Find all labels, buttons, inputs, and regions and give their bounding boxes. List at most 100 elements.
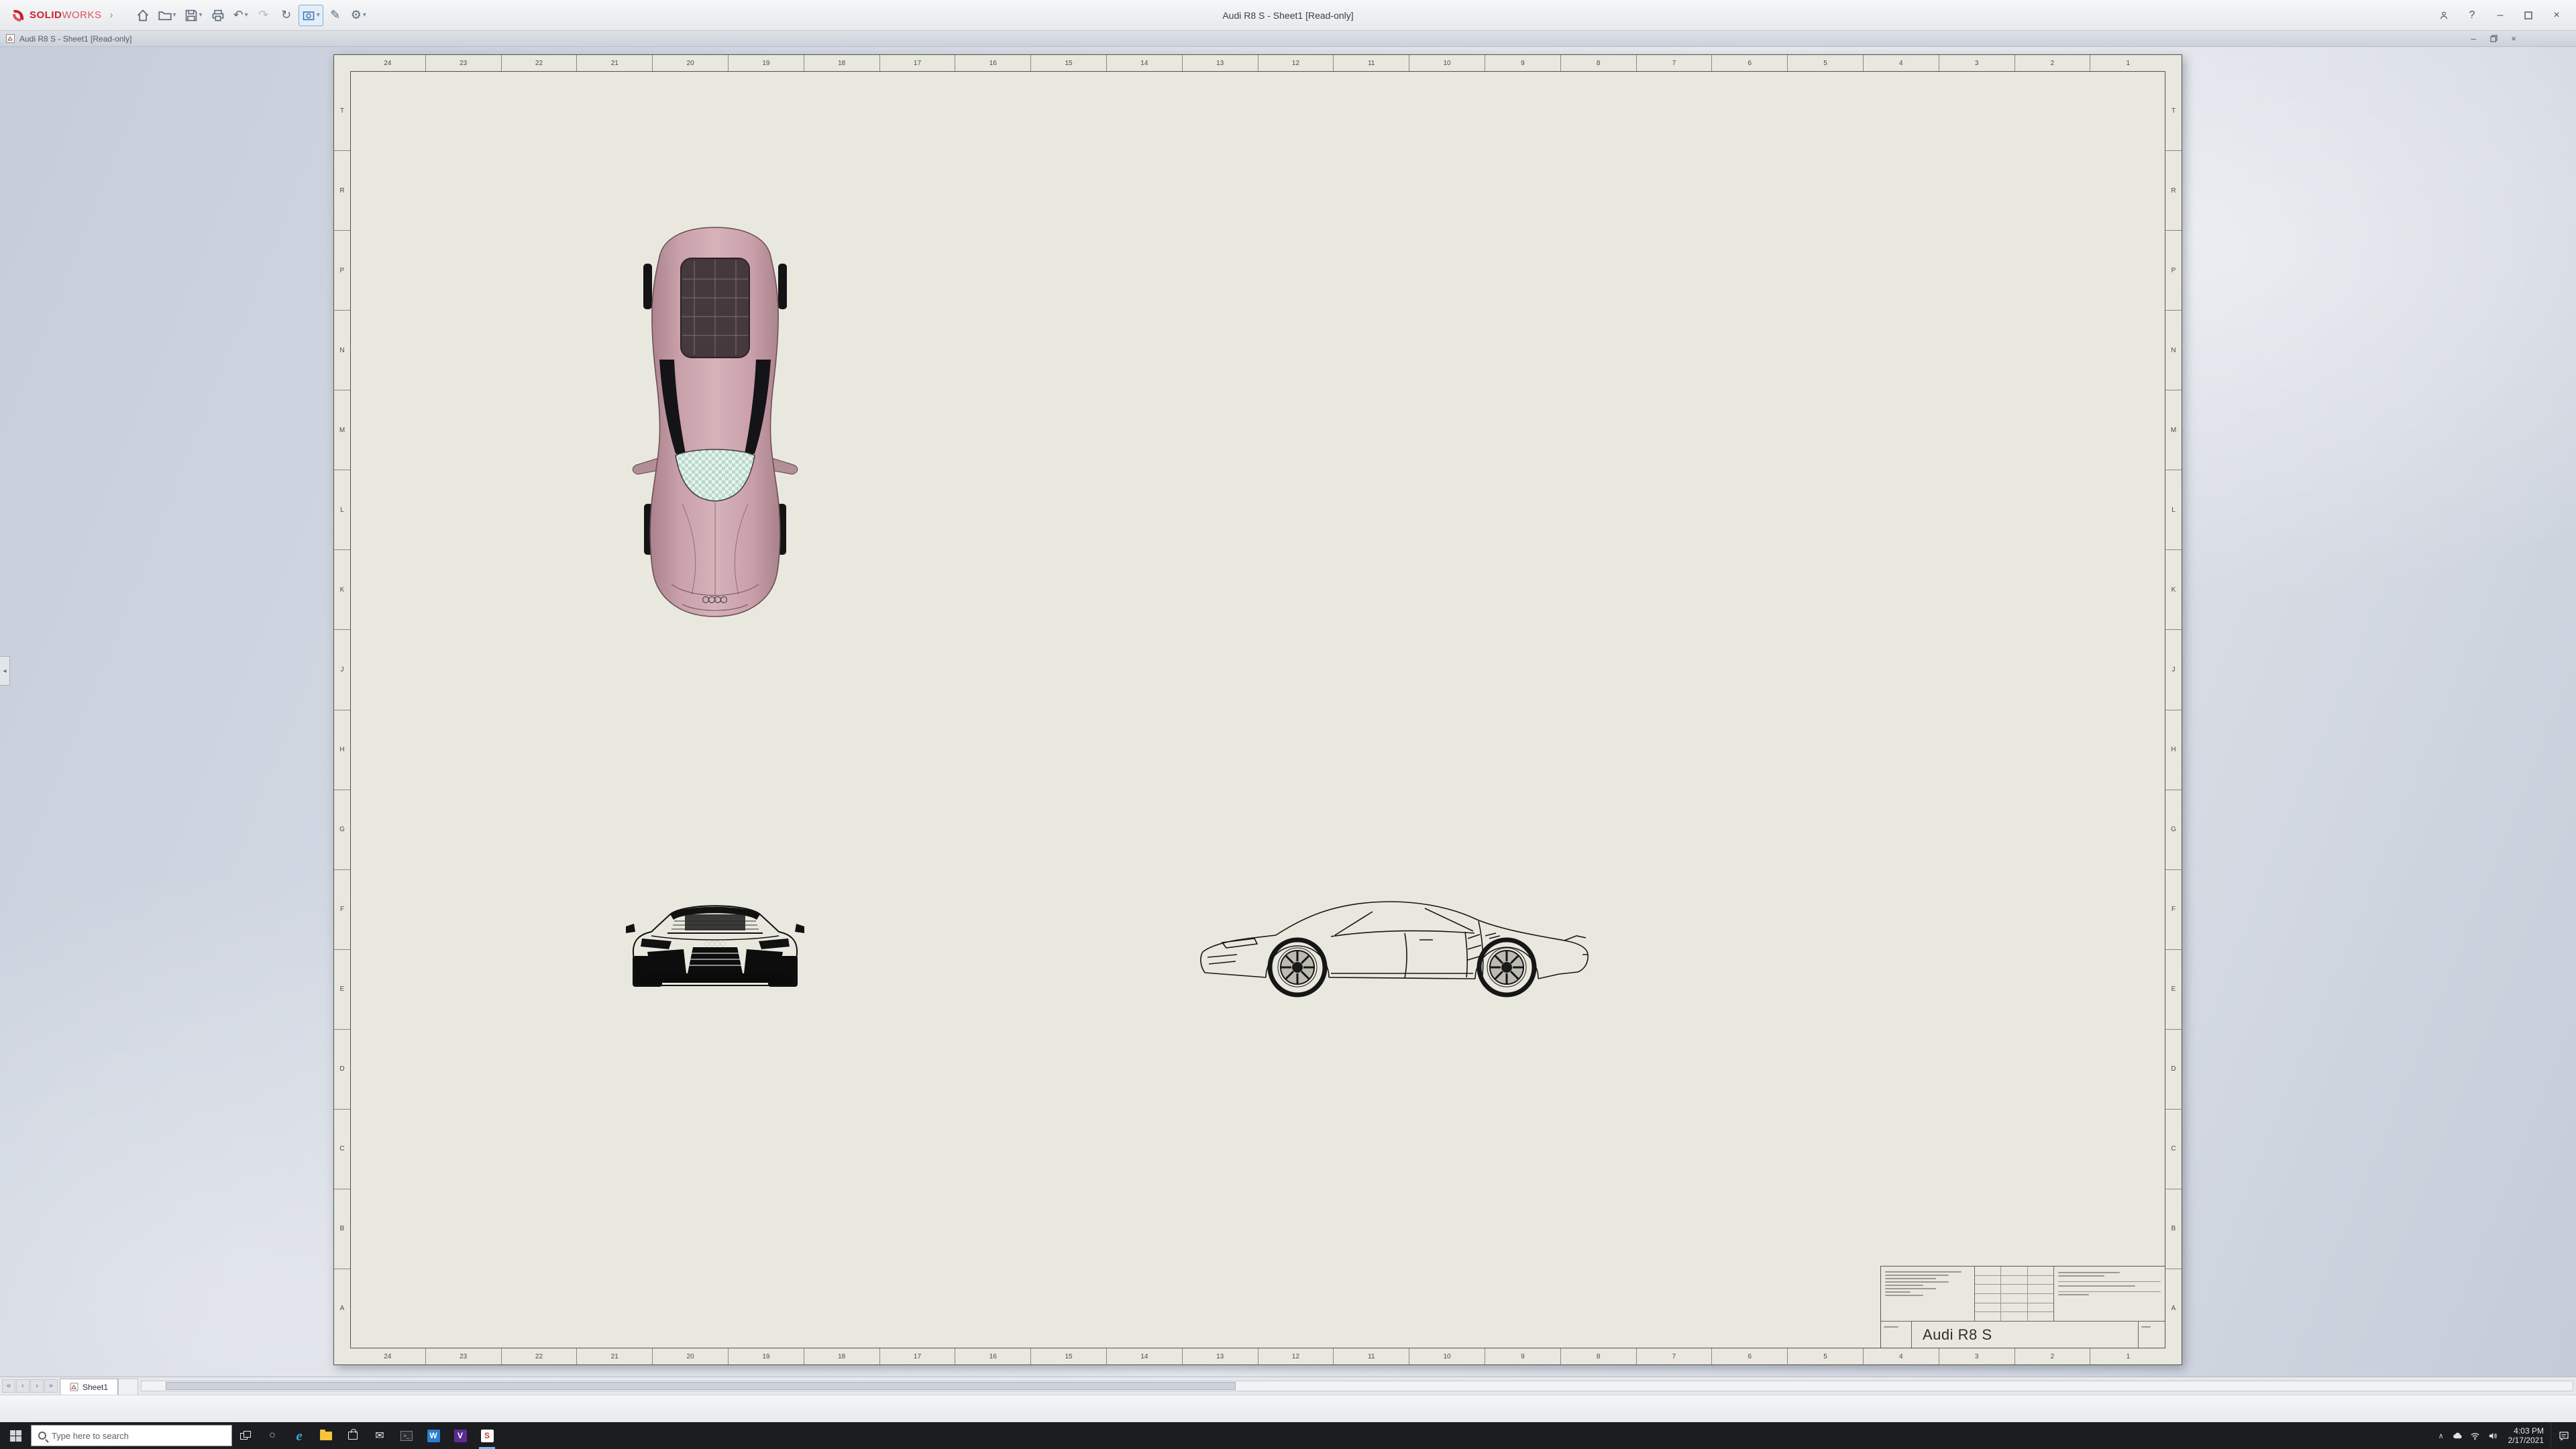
doc-minimize-icon[interactable]: –: [2463, 32, 2483, 46]
hidden-icons-chevron[interactable]: ∧: [2433, 1432, 2449, 1440]
account-icon[interactable]: [2430, 1, 2458, 30]
zone-label: 12: [1258, 55, 1334, 71]
zone-ruler-top: 242322212019181716151413121110987654321: [350, 55, 2165, 71]
drawing-view-front[interactable]: [625, 871, 806, 995]
menu-expand-icon[interactable]: ›: [106, 9, 117, 21]
edit-button[interactable]: ✎: [325, 5, 346, 26]
zone-label: 8: [1560, 1348, 1636, 1364]
open-folder-icon: [158, 9, 172, 22]
onedrive-icon[interactable]: [2449, 1422, 2467, 1449]
zone-label: B: [2165, 1189, 2182, 1269]
home-button[interactable]: [132, 5, 154, 26]
feature-pane-toggle[interactable]: ◂: [0, 656, 10, 686]
minimize-icon[interactable]: –: [2486, 1, 2514, 30]
terminal-button[interactable]: >_: [393, 1422, 420, 1449]
zone-ruler-left: TRPNMLKJHGFEDCBA: [334, 71, 350, 1348]
zone-label: 2: [2015, 55, 2090, 71]
mail-button[interactable]: ✉: [366, 1422, 393, 1449]
tab-sheet1[interactable]: Sheet1: [60, 1379, 118, 1395]
zone-label: L: [334, 470, 350, 549]
store-icon: [348, 1432, 358, 1440]
doc-restore-icon[interactable]: [2483, 32, 2504, 46]
drawing-sheet[interactable]: 242322212019181716151413121110987654321 …: [333, 54, 2182, 1365]
action-center-button[interactable]: [2551, 1422, 2576, 1449]
screen: SOLIDWORKS › ▾ ▾ ↶ ▾ ↷: [0, 0, 2576, 1449]
open-button[interactable]: ▾: [155, 5, 180, 26]
first-sheet-button[interactable]: «: [2, 1379, 15, 1393]
zone-ruler-right: TRPNMLKJHGFEDCBA: [2165, 71, 2182, 1348]
file-explorer-button[interactable]: [313, 1422, 339, 1449]
zone-label: D: [334, 1029, 350, 1109]
options-button[interactable]: ⚙ ▾: [347, 5, 370, 26]
network-icon[interactable]: [2467, 1422, 2484, 1449]
edge-button[interactable]: e: [286, 1422, 313, 1449]
drawing-view-side[interactable]: [1197, 871, 1598, 1000]
zone-label: B: [334, 1189, 350, 1269]
zone-label: 5: [1787, 1348, 1863, 1364]
rebuild-button[interactable]: ↻: [276, 5, 297, 26]
zone-label: L: [2165, 470, 2182, 549]
taskbar-search[interactable]: [31, 1425, 232, 1446]
print-icon: [211, 9, 225, 22]
store-button[interactable]: [339, 1422, 366, 1449]
collapse-arrow-icon: ◂: [3, 667, 6, 675]
sheet-tab-label: Sheet1: [83, 1383, 108, 1392]
dropdown-icon[interactable]: ▾: [363, 11, 366, 19]
app-blue-button[interactable]: V: [447, 1422, 474, 1449]
dropdown-icon[interactable]: ▾: [317, 11, 320, 19]
prev-sheet-button[interactable]: ‹: [16, 1379, 30, 1393]
top-view-drawing: [625, 222, 806, 622]
taskbar: ○ e ✉ >_ W V S ∧: [0, 1422, 2576, 1449]
title-block-info: [2054, 1267, 2165, 1321]
cortana-button[interactable]: ○: [259, 1422, 286, 1449]
zone-label: T: [2165, 71, 2182, 150]
graphics-viewport[interactable]: 242322212019181716151413121110987654321 …: [0, 47, 2576, 1377]
sheet-paper[interactable]: Audi R8 S: [350, 71, 2165, 1348]
zone-label: 11: [1333, 55, 1409, 71]
zone-label: D: [2165, 1029, 2182, 1109]
undo-button[interactable]: ↶ ▾: [230, 5, 252, 26]
solidworks-menu[interactable]: SOLIDWORKS ›: [5, 8, 123, 23]
help-icon[interactable]: ?: [2458, 1, 2486, 30]
task-view-icon: [240, 1431, 251, 1440]
doc-close-icon[interactable]: ×: [2504, 32, 2524, 46]
dropdown-icon[interactable]: ▾: [173, 11, 176, 19]
window-controls: ? – ×: [2430, 1, 2571, 30]
horizontal-scrollbar[interactable]: [141, 1381, 2573, 1391]
print-button[interactable]: [207, 5, 229, 26]
solidworks-icon: S: [481, 1430, 494, 1442]
dropdown-icon[interactable]: ▾: [245, 11, 248, 19]
file-explorer-icon: [320, 1432, 332, 1440]
next-sheet-button[interactable]: ›: [30, 1379, 44, 1393]
part-title: Audi R8 S: [1923, 1326, 1992, 1344]
scrollbar-thumb[interactable]: [166, 1382, 1236, 1390]
save-button[interactable]: ▾: [181, 5, 206, 26]
zone-label: 21: [576, 1348, 652, 1364]
volume-icon[interactable]: [2484, 1422, 2502, 1449]
mail-icon: ✉: [375, 1429, 384, 1442]
undo-icon: ↶: [233, 8, 244, 22]
title-block-rev-cell: [2138, 1322, 2165, 1348]
taskbar-clock[interactable]: 4:03 PM 2/17/2021: [2502, 1426, 2551, 1445]
dropdown-icon[interactable]: ▾: [199, 11, 203, 19]
task-view-button[interactable]: [232, 1422, 259, 1449]
zone-label: 1: [2090, 55, 2165, 71]
document-title: Audi R8 S - Sheet1 [Read-only]: [19, 34, 131, 44]
search-icon: [38, 1432, 46, 1440]
close-icon[interactable]: ×: [2542, 1, 2571, 30]
drawing-view-top[interactable]: [625, 222, 806, 622]
windows-logo-icon: [10, 1430, 21, 1442]
solidworks-taskbar-button[interactable]: S: [474, 1422, 500, 1449]
word-button[interactable]: W: [420, 1422, 447, 1449]
maximize-icon[interactable]: [2514, 1, 2542, 30]
gear-icon: ⚙: [351, 8, 362, 22]
search-input[interactable]: [52, 1431, 225, 1441]
redo-button[interactable]: ↷: [253, 5, 274, 26]
capture-tool-button[interactable]: ▾: [299, 5, 323, 26]
add-sheet-tab[interactable]: [118, 1379, 138, 1395]
last-sheet-button[interactable]: »: [44, 1379, 58, 1393]
edge-icon: e: [296, 1428, 302, 1444]
zone-label: M: [334, 390, 350, 470]
zone-label: 22: [501, 1348, 577, 1364]
start-button[interactable]: [0, 1422, 31, 1449]
